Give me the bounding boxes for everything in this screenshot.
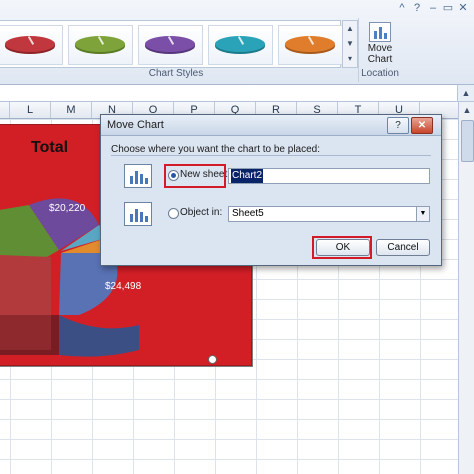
chart-styles-gallery [0, 20, 343, 68]
chart-style-3[interactable] [138, 25, 203, 65]
window-restore-icon[interactable]: ▭ [442, 2, 454, 14]
chart-style-4[interactable] [208, 25, 273, 65]
ribbon-separator [358, 18, 359, 82]
chart-title[interactable]: Total [31, 139, 68, 157]
column-header[interactable]: M [51, 102, 92, 118]
move-chart-button[interactable]: Move Chart [363, 20, 397, 66]
scroll-up-arrow-icon[interactable]: ▲ [459, 102, 474, 118]
object-in-label[interactable]: Object in: [180, 207, 222, 218]
ok-button[interactable]: OK [316, 239, 370, 256]
chart-resize-handle[interactable] [208, 355, 217, 364]
chart-style-5[interactable] [278, 25, 343, 65]
help-icon[interactable]: ? [411, 2, 423, 14]
more-styles-icon[interactable]: ▾ [343, 51, 357, 66]
formula-bar[interactable] [0, 85, 474, 102]
dialog-help-button[interactable]: ? [387, 117, 409, 134]
pie-slice-side [59, 315, 139, 357]
new-sheet-name-value: Chart2 [231, 169, 264, 183]
scroll-up-icon[interactable]: ▲ [343, 21, 357, 36]
column-header[interactable]: L [10, 102, 51, 118]
minimize-ribbon-icon[interactable]: ^ [396, 2, 408, 14]
new-sheet-name-input[interactable]: Chart2 [228, 168, 430, 184]
data-label[interactable]: $24,498 [105, 281, 141, 292]
chart-style-2[interactable] [68, 25, 133, 65]
location-group-label: Location [361, 68, 399, 79]
group-separator [111, 155, 431, 156]
data-label[interactable]: $20,220 [49, 203, 85, 214]
object-in-chart-icon [124, 202, 152, 226]
move-chart-label-line1: Move [367, 43, 393, 54]
scroll-thumb[interactable] [461, 120, 474, 162]
pie-slice [0, 255, 51, 315]
chart-style-1[interactable] [0, 25, 63, 65]
dialog-titlebar[interactable]: Move Chart ? ✕ [101, 115, 441, 136]
dialog-prompt: Choose where you want the chart to be pl… [111, 144, 321, 155]
move-chart-label-line2: Chart [367, 54, 393, 65]
pie-slice-edge [0, 315, 51, 350]
window-minimize-icon[interactable]: – [427, 2, 439, 14]
ribbon: ^ ? – ▭ ✕ ▲ ▼ ▾ Chart Styles Move Chart … [0, 0, 474, 85]
object-in-value: Sheet5 [232, 208, 264, 219]
new-sheet-chart-icon [124, 164, 152, 188]
vertical-scrollbar[interactable]: ▲ [458, 102, 474, 474]
dropdown-arrow-icon[interactable]: ▼ [416, 207, 429, 221]
object-in-radio[interactable] [168, 208, 179, 219]
gallery-scrollbar[interactable]: ▲ ▼ ▾ [342, 20, 358, 68]
dialog-title: Move Chart [107, 119, 164, 131]
column-header-partial[interactable] [0, 102, 10, 118]
move-chart-icon [369, 22, 391, 42]
cancel-button[interactable]: Cancel [376, 239, 430, 256]
chart-styles-group-label: Chart Styles [148, 68, 204, 79]
formula-bar-expand-icon[interactable]: ▲ [457, 85, 474, 101]
scroll-down-icon[interactable]: ▼ [343, 36, 357, 51]
dialog-close-button[interactable]: ✕ [411, 117, 433, 134]
window-close-icon[interactable]: ✕ [457, 2, 469, 14]
object-in-select[interactable]: Sheet5 ▼ [228, 206, 430, 222]
highlight-box [164, 164, 226, 188]
